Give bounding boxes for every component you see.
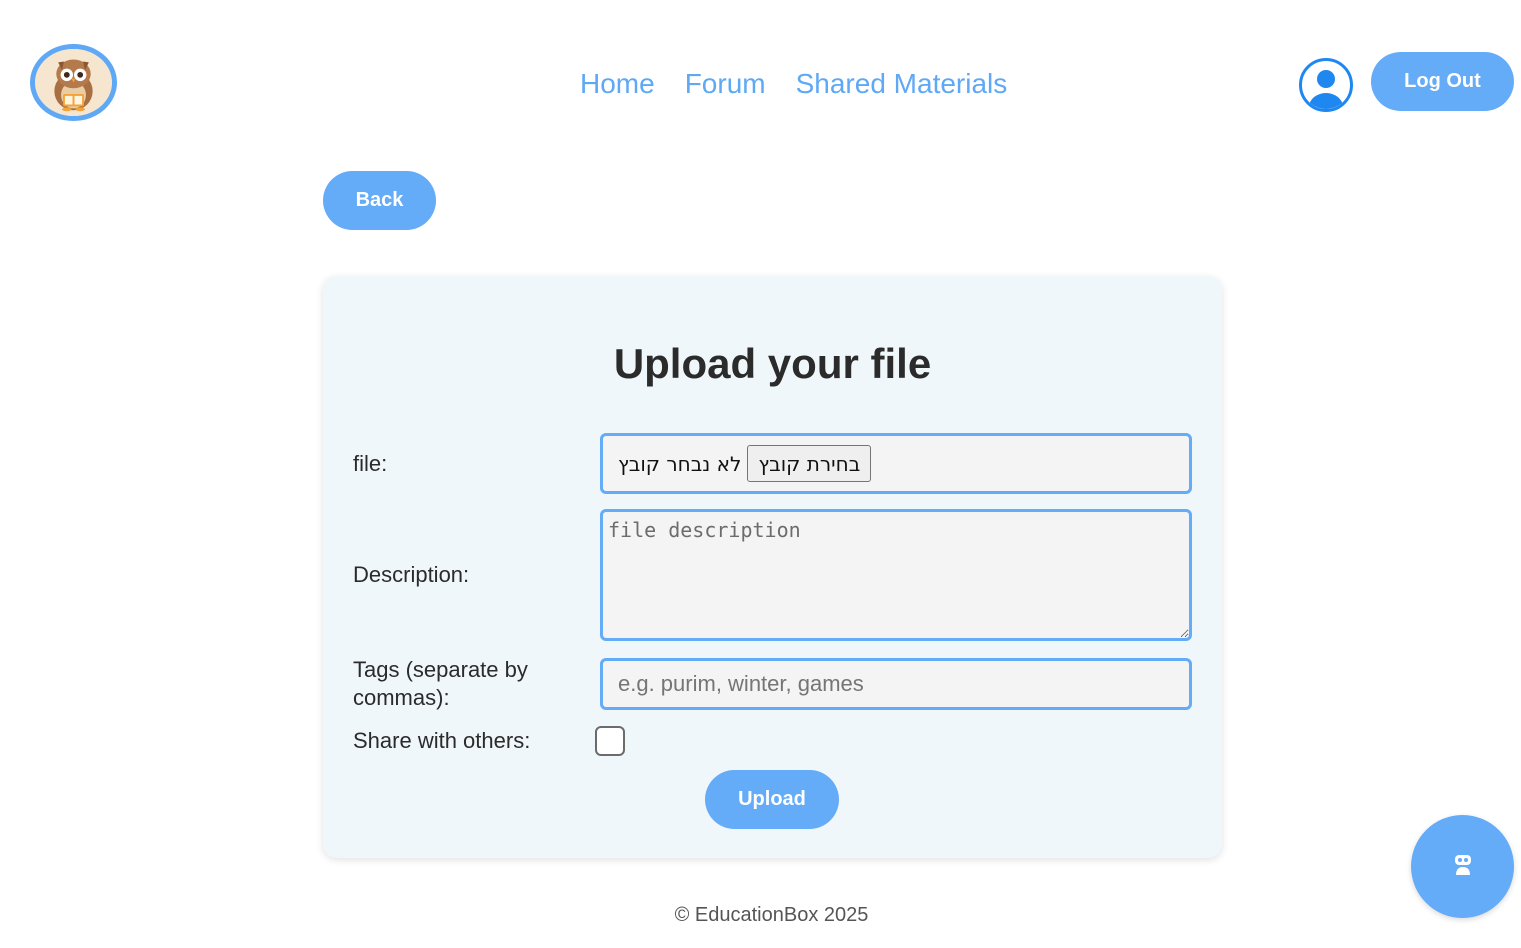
nav-shared-materials-link[interactable]: Shared Materials bbox=[796, 68, 1008, 100]
owl-logo-icon[interactable] bbox=[30, 44, 117, 121]
file-input[interactable]: בחירת קובץ לא נבחר קובץ bbox=[600, 433, 1192, 494]
nav-home-link[interactable]: Home bbox=[580, 68, 655, 100]
page: Home Forum Shared Materials Log Out Back… bbox=[0, 0, 1521, 948]
form-title: Upload your file bbox=[613, 340, 932, 387]
description-textarea[interactable] bbox=[600, 509, 1192, 641]
file-label: file: bbox=[353, 451, 388, 476]
footer-copyright: © EducationBox 2025 bbox=[674, 904, 869, 926]
upload-button[interactable]: Upload bbox=[705, 770, 839, 829]
file-status-text: לא נבחר קובץ bbox=[618, 451, 742, 476]
user-profile-icon[interactable] bbox=[1298, 57, 1354, 113]
back-button[interactable]: Back bbox=[323, 171, 436, 230]
nav-forum-link[interactable]: Forum bbox=[685, 68, 766, 100]
share-checkbox[interactable] bbox=[595, 726, 625, 756]
robot-chat-icon bbox=[1453, 853, 1473, 880]
main-nav: Home Forum Shared Materials bbox=[580, 68, 1007, 100]
description-label: Description: bbox=[353, 562, 470, 587]
chatbot-button[interactable] bbox=[1411, 815, 1514, 918]
tags-label: Tags (separate by commas): bbox=[353, 657, 528, 710]
logout-button[interactable]: Log Out bbox=[1371, 52, 1514, 111]
choose-file-button[interactable]: בחירת קובץ bbox=[747, 445, 872, 482]
share-label: Share with others: bbox=[353, 728, 531, 753]
upload-form-card: Upload your file file: בחירת קובץ לא נבח… bbox=[323, 276, 1222, 858]
tags-input[interactable] bbox=[600, 658, 1192, 710]
